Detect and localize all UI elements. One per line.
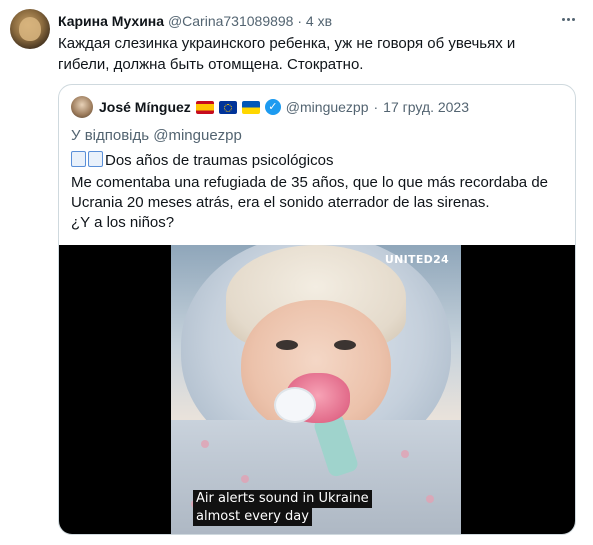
avatar[interactable]: [10, 9, 50, 49]
quoted-text-line-3: Ucrania 20 meses atrás, era el sonido at…: [71, 194, 490, 211]
tweet[interactable]: Карина Мухина @Carina731089898 · 4 хв Ка…: [0, 0, 593, 545]
more-options-icon[interactable]: [557, 10, 579, 28]
video-watermark: UNITED24: [384, 253, 449, 266]
quoted-separator: ·: [373, 99, 379, 115]
reply-to-label: У відповідь @minguezpp: [71, 127, 242, 144]
header-separator: ·: [297, 13, 303, 29]
author-handle[interactable]: @Carina731089898: [168, 13, 294, 29]
eu-flag-icon: [218, 100, 237, 114]
quoted-date[interactable]: 17 груд. 2023: [383, 96, 469, 118]
verified-badge-icon: ✓: [264, 99, 281, 115]
quoted-text: Dos años de traumas psicológicos Me come…: [71, 151, 566, 233]
tweet-text: Каждая слезинка украинского ребенка, уж …: [58, 35, 516, 73]
ukraine-flag-icon: [241, 100, 260, 114]
video-caption-line-1: Air alerts sound in Ukraine: [193, 490, 372, 508]
video-player[interactable]: UNITED24 Air alerts sound in Ukraine alm…: [59, 245, 575, 534]
tweet-time[interactable]: 4 хв: [306, 13, 332, 29]
quoted-tweet[interactable]: José Mínguez ✓ @minguezpp · 17 груд. 202…: [58, 84, 576, 535]
emoji-placeholder-icon: [71, 151, 105, 173]
video-eye-left: [276, 340, 298, 350]
video-pacifier-ring: [274, 387, 316, 423]
video-caption: Air alerts sound in Ukraine almost every…: [193, 490, 372, 526]
quoted-handle[interactable]: @minguezpp: [286, 96, 369, 118]
quoted-header: José Mínguez ✓ @minguezpp · 17 груд. 202…: [99, 96, 565, 118]
quoted-avatar[interactable]: [71, 96, 93, 118]
video-frame[interactable]: UNITED24 Air alerts sound in Ukraine alm…: [171, 245, 461, 534]
quoted-text-line: Dos años de traumas psicológicos: [71, 151, 566, 173]
tweet-header: Карина Мухина @Carina731089898 · 4 хв: [58, 11, 583, 31]
video-caption-line-2: almost every day: [193, 508, 312, 526]
quoted-text-line-2: Me comentaba una refugiada de 35 años, q…: [71, 174, 548, 191]
quoted-author-name[interactable]: José Mínguez: [99, 96, 191, 118]
quoted-text-line-4: ¿Y a los niños?: [71, 214, 175, 231]
quoted-text-line-1: Dos años de traumas psicológicos: [105, 152, 334, 169]
author-name[interactable]: Карина Мухина: [58, 13, 164, 29]
video-eye-right: [334, 340, 356, 350]
avatar-image: [19, 17, 41, 41]
spain-flag-icon: [195, 100, 214, 114]
